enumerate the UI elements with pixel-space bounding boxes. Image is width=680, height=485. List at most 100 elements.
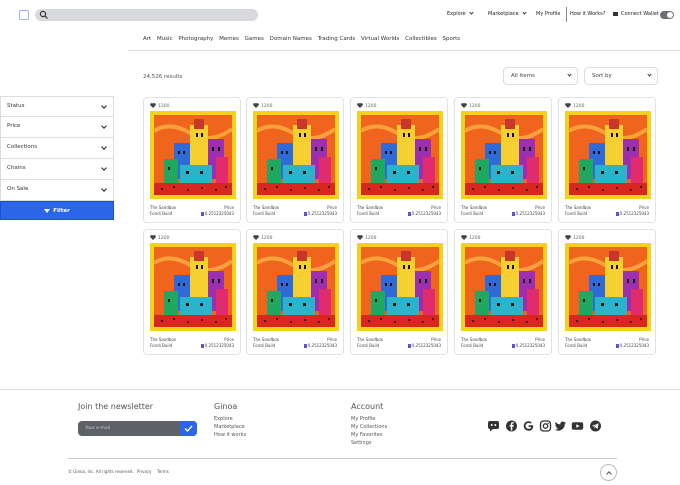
filter-chains[interactable]: Chains — [0, 159, 114, 180]
footer-link-my-collections[interactable]: My Collections — [351, 424, 387, 430]
like-count-value: 1200 — [469, 236, 481, 241]
like-count[interactable]: 1200 — [565, 103, 584, 109]
youtube-icon[interactable] — [571, 420, 584, 432]
footer-link-how-it-works[interactable]: How it works — [214, 432, 246, 438]
like-count-value: 1200 — [365, 104, 377, 109]
like-count[interactable]: 1200 — [150, 103, 169, 109]
email-input[interactable]: Your e-mail — [78, 421, 197, 436]
heart-icon[interactable] — [253, 103, 259, 108]
nft-artwork-image[interactable] — [565, 243, 651, 331]
category-collectibles[interactable]: Collectibles — [405, 36, 437, 42]
item-name: Fondi Build — [357, 343, 380, 348]
filter-price[interactable]: Price — [0, 117, 114, 138]
like-count[interactable]: 1200 — [461, 103, 480, 109]
heart-icon[interactable] — [150, 235, 156, 240]
price-amount: 0.2512325043 — [307, 343, 337, 348]
nft-card[interactable]: 1200 The Sandbox Fondi Build Price 0.2512325… — [454, 229, 552, 355]
heart-icon[interactable] — [150, 103, 156, 108]
search-bar[interactable] — [35, 9, 258, 21]
heart-icon[interactable] — [461, 103, 467, 108]
nft-card[interactable]: 1200 The Sandbox Fondi Build Price 0.2512325… — [143, 229, 241, 355]
nft-card[interactable]: 1200 The Sandbox Fondi Build Price 0.2512325… — [454, 97, 552, 223]
filter-status[interactable]: Status — [0, 96, 114, 117]
category-virtual-worlds[interactable]: Virtual Worlds — [361, 36, 399, 42]
nft-artwork-image[interactable] — [253, 243, 339, 331]
category-games[interactable]: Games — [245, 36, 264, 42]
nav-marketplace[interactable]: Marketplace — [488, 10, 527, 17]
footer-link-my-favorites[interactable]: My Favorites — [351, 432, 382, 438]
collection-name: The Sandbox — [565, 205, 592, 210]
items-filter-dropdown[interactable]: All items — [503, 67, 578, 85]
nav-how-it-works[interactable]: How it Works? — [570, 11, 605, 17]
price-label: Price — [431, 337, 441, 342]
heart-icon[interactable] — [565, 235, 571, 240]
eth-icon — [200, 212, 204, 216]
like-count[interactable]: 1200 — [253, 235, 272, 241]
category-photography[interactable]: Photography — [178, 36, 213, 42]
heart-icon[interactable] — [357, 103, 363, 108]
scroll-to-top-button[interactable] — [600, 464, 617, 481]
subscribe-button[interactable] — [180, 421, 197, 436]
price-value: 0.2512325043 — [615, 211, 649, 216]
item-name: Fondi Build — [150, 343, 173, 348]
category-art[interactable]: Art — [143, 36, 151, 42]
nft-card[interactable]: 1200 The Sandbox Fondi Build Price 0.2512325… — [350, 229, 448, 355]
filter-button[interactable]: Filter — [0, 201, 114, 220]
nft-card[interactable]: 1200 The Sandbox Fondi Build Price 0.2512325… — [246, 97, 344, 223]
sort-dropdown[interactable]: Sort by — [584, 67, 658, 85]
privacy-link[interactable]: Privacy — [137, 469, 151, 474]
category-trading-cards[interactable]: Trading Cards — [318, 36, 356, 42]
nav-my-profile[interactable]: My Profile — [536, 11, 560, 17]
nft-artwork-image[interactable] — [461, 111, 547, 199]
category-music[interactable]: Music — [157, 36, 173, 42]
nft-card[interactable]: 1200 The Sandbox Fondi Build Price 0.2512325… — [558, 97, 656, 223]
category-memes[interactable]: Memes — [219, 36, 239, 42]
instagram-icon[interactable] — [539, 420, 552, 432]
nav-divider — [566, 7, 567, 22]
nft-card[interactable]: 1200 The Sandbox Fondi Build Price 0.2512325… — [350, 97, 448, 223]
filter-collections[interactable]: Collections — [0, 138, 114, 159]
theme-toggle[interactable] — [660, 11, 674, 19]
like-count[interactable]: 1200 — [253, 103, 272, 109]
google-icon[interactable] — [522, 420, 535, 432]
heart-icon[interactable] — [565, 103, 571, 108]
footer-divider — [0, 389, 680, 390]
footer-link-marketplace[interactable]: Marketplace — [214, 424, 245, 430]
heart-icon[interactable] — [253, 235, 259, 240]
like-count[interactable]: 1200 — [357, 235, 376, 241]
like-count[interactable]: 1200 — [565, 235, 584, 241]
nft-card[interactable]: 1200 The Sandbox Fondi Build Price 0.2512325… — [246, 229, 344, 355]
filter-on-sale[interactable]: On Sale — [0, 180, 114, 201]
logo[interactable] — [19, 10, 29, 20]
twitter-icon[interactable] — [554, 420, 567, 432]
category-domain-names[interactable]: Domain Names — [270, 36, 312, 42]
nft-card[interactable]: 1200 The Sandbox Fondi Build Price 0.2512325… — [558, 229, 656, 355]
discord-icon[interactable] — [487, 420, 500, 432]
nft-artwork-image[interactable] — [357, 111, 443, 199]
heart-icon[interactable] — [357, 235, 363, 240]
footer-link-explore[interactable]: Explore — [214, 416, 233, 422]
nft-artwork-image[interactable] — [150, 111, 236, 199]
nft-card[interactable]: 1200 The Sandbox Fondi Build Price 0.2512325… — [143, 97, 241, 223]
facebook-icon[interactable] — [505, 420, 518, 432]
like-count[interactable]: 1200 — [461, 235, 480, 241]
footer-link-my-profile[interactable]: My Profile — [351, 416, 375, 422]
footer-link-settings[interactable]: Settings — [351, 440, 372, 446]
results-count: 24,526 results — [143, 74, 183, 80]
nft-artwork-image[interactable] — [253, 111, 339, 199]
like-count[interactable]: 1200 — [357, 103, 376, 109]
nft-artwork-image[interactable] — [150, 243, 236, 331]
connect-wallet-button[interactable]: Connect Wallet — [613, 11, 659, 17]
terms-link[interactable]: Terms — [157, 469, 169, 474]
chevron-down-icon — [522, 10, 527, 15]
nav-explore[interactable]: Explore — [447, 10, 474, 17]
nft-artwork-image[interactable] — [461, 243, 547, 331]
price-amount: 0.2512325043 — [204, 211, 234, 216]
category-sports[interactable]: Sports — [442, 36, 460, 42]
like-count[interactable]: 1200 — [150, 235, 169, 241]
telegram-icon[interactable] — [589, 420, 602, 432]
nft-artwork-image[interactable] — [565, 111, 651, 199]
price-amount: 0.2512325043 — [411, 343, 441, 348]
heart-icon[interactable] — [461, 235, 467, 240]
nft-artwork-image[interactable] — [357, 243, 443, 331]
